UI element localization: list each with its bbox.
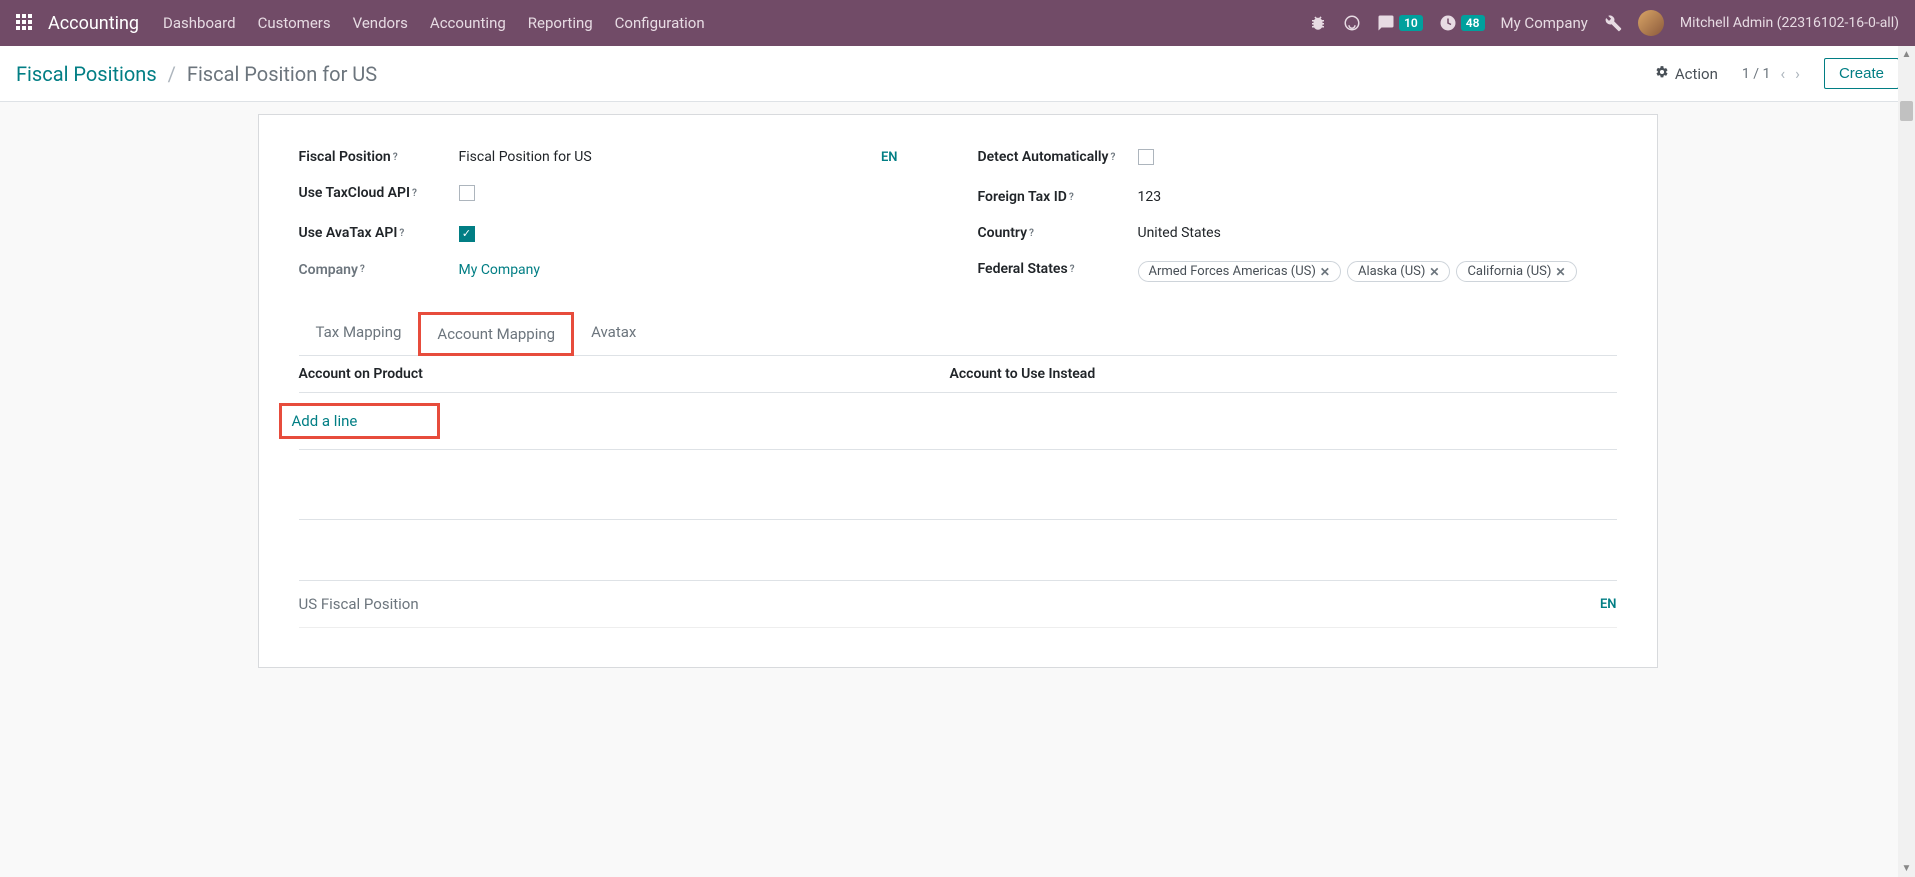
foreign-tax-label: Foreign Tax ID? xyxy=(978,189,1138,205)
avatax-label: Use AvaTax API? xyxy=(299,225,459,241)
form-sheet: Fiscal Position? Fiscal Position for US … xyxy=(258,114,1658,668)
pager-text: 1 / 1 xyxy=(1742,66,1770,82)
add-a-line[interactable]: Add a line xyxy=(279,403,441,439)
breadcrumb: Fiscal Positions / Fiscal Position for U… xyxy=(16,62,377,86)
avatax-checkbox[interactable]: ✓ xyxy=(459,226,475,242)
pager-next[interactable]: › xyxy=(1795,64,1800,83)
breadcrumb-sep: / xyxy=(168,62,176,86)
tab-account-mapping[interactable]: Account Mapping xyxy=(418,312,574,356)
company-link[interactable]: My Company xyxy=(459,262,938,278)
states-tags[interactable]: Armed Forces Americas (US) ✕ Alaska (US)… xyxy=(1138,261,1617,282)
scrollbar[interactable]: ▲ ▼ xyxy=(1898,46,1915,877)
menu-customers[interactable]: Customers xyxy=(258,14,331,32)
action-label: Action xyxy=(1675,65,1718,83)
fiscal-position-value[interactable]: Fiscal Position for US xyxy=(459,149,881,165)
fiscal-position-label: Fiscal Position? xyxy=(299,149,459,165)
notes-lang-toggle[interactable]: EN xyxy=(1600,597,1617,612)
debug-icon[interactable] xyxy=(1309,14,1327,32)
pager: 1 / 1 ‹ › xyxy=(1742,64,1800,83)
username[interactable]: Mitchell Admin (22316102-16-0-all) xyxy=(1680,15,1899,31)
state-tag[interactable]: Alaska (US) ✕ xyxy=(1347,261,1451,282)
taxcloud-label: Use TaxCloud API? xyxy=(299,185,459,201)
scroll-thumb[interactable] xyxy=(1900,101,1913,121)
menu-configuration[interactable]: Configuration xyxy=(615,14,705,32)
tab-content: Account on Product Account to Use Instea… xyxy=(299,356,1617,520)
support-icon[interactable] xyxy=(1343,14,1361,32)
menu-vendors[interactable]: Vendors xyxy=(353,14,408,32)
state-tag[interactable]: California (US) ✕ xyxy=(1456,261,1576,282)
main-menu: Dashboard Customers Vendors Accounting R… xyxy=(163,14,705,32)
avatar[interactable] xyxy=(1638,10,1664,36)
control-bar: Fiscal Positions / Fiscal Position for U… xyxy=(0,46,1915,102)
nav-right: 10 48 My Company Mitchell Admin (2231610… xyxy=(1309,10,1899,36)
activities-icon[interactable]: 48 xyxy=(1439,14,1485,32)
table-header: Account on Product Account to Use Instea… xyxy=(299,356,1617,393)
company-label: Company? xyxy=(299,262,459,278)
states-label: Federal States? xyxy=(978,261,1138,277)
foreign-tax-field[interactable]: 123 xyxy=(1138,189,1617,205)
scroll-down-icon[interactable]: ▼ xyxy=(1898,860,1915,877)
tag-remove-icon[interactable]: ✕ xyxy=(1429,265,1439,279)
messages-badge: 10 xyxy=(1399,15,1423,31)
tabs: Tax Mapping Account Mapping Avatax xyxy=(299,312,1617,356)
menu-reporting[interactable]: Reporting xyxy=(528,14,593,32)
apps-icon[interactable] xyxy=(16,14,34,32)
gear-icon xyxy=(1655,65,1669,83)
activities-badge: 48 xyxy=(1461,15,1485,31)
tag-remove-icon[interactable]: ✕ xyxy=(1555,265,1565,279)
tag-remove-icon[interactable]: ✕ xyxy=(1320,265,1330,279)
detect-checkbox[interactable] xyxy=(1138,149,1154,165)
col-account-product: Account on Product xyxy=(299,366,950,382)
pager-prev[interactable]: ‹ xyxy=(1780,64,1785,83)
app-brand[interactable]: Accounting xyxy=(48,13,139,34)
col-account-instead: Account to Use Instead xyxy=(950,366,1601,382)
detect-label: Detect Automatically? xyxy=(978,149,1138,165)
menu-dashboard[interactable]: Dashboard xyxy=(163,14,236,32)
create-button[interactable]: Create xyxy=(1824,58,1899,89)
breadcrumb-current: Fiscal Position for US xyxy=(187,62,377,86)
state-tag[interactable]: Armed Forces Americas (US) ✕ xyxy=(1138,261,1341,282)
country-label: Country? xyxy=(978,225,1138,241)
scroll-up-icon[interactable]: ▲ xyxy=(1898,46,1915,63)
company-selector[interactable]: My Company xyxy=(1501,14,1588,32)
action-menu[interactable]: Action xyxy=(1655,65,1718,83)
table-empty xyxy=(299,450,1617,520)
tab-tax-mapping[interactable]: Tax Mapping xyxy=(299,312,419,355)
taxcloud-checkbox[interactable] xyxy=(459,185,475,201)
tab-avatax[interactable]: Avatax xyxy=(574,312,653,355)
notes-field[interactable]: US Fiscal Position xyxy=(299,595,1600,613)
lang-toggle[interactable]: EN xyxy=(881,150,898,165)
country-field[interactable]: United States xyxy=(1138,225,1617,241)
messages-icon[interactable]: 10 xyxy=(1377,14,1423,32)
breadcrumb-parent[interactable]: Fiscal Positions xyxy=(16,62,157,86)
dev-tools-icon[interactable] xyxy=(1604,14,1622,32)
menu-accounting[interactable]: Accounting xyxy=(430,14,506,32)
top-nav: Accounting Dashboard Customers Vendors A… xyxy=(0,0,1915,46)
